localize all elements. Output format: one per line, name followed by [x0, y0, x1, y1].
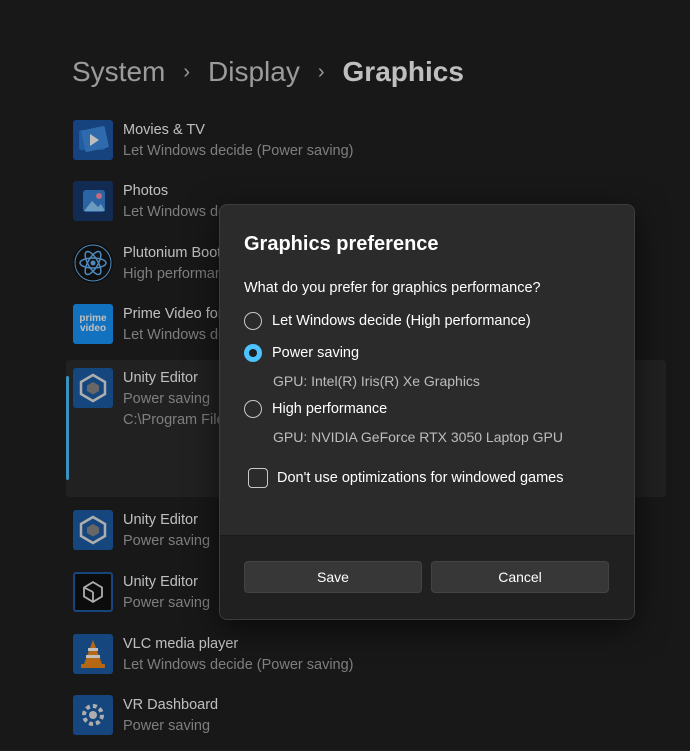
- radio-label: Power saving: [272, 345, 360, 361]
- radio-power-saving[interactable]: Power saving: [244, 344, 359, 362]
- radio-button[interactable]: [244, 400, 262, 418]
- graphics-preference-dialog: Graphics preference What do you prefer f…: [219, 204, 635, 620]
- radio-label: High performance: [272, 401, 388, 417]
- radio-high-performance[interactable]: High performance: [244, 400, 387, 418]
- radio-button[interactable]: [244, 312, 262, 330]
- save-button[interactable]: Save: [244, 561, 422, 593]
- dialog-footer: Save Cancel: [220, 535, 634, 619]
- checkbox-label: Don't use optimizations for windowed gam…: [277, 470, 564, 486]
- gpu-info-high-performance: GPU: NVIDIA GeForce RTX 3050 Laptop GPU: [273, 429, 563, 445]
- cancel-button[interactable]: Cancel: [431, 561, 609, 593]
- checkbox[interactable]: [248, 468, 268, 488]
- dialog-title: Graphics preference: [244, 233, 439, 255]
- radio-let-windows-decide[interactable]: Let Windows decide (High performance): [244, 312, 531, 330]
- radio-label: Let Windows decide (High performance): [272, 313, 531, 329]
- windowed-games-checkbox-row[interactable]: Don't use optimizations for windowed gam…: [248, 468, 563, 488]
- gpu-info-power-saving: GPU: Intel(R) Iris(R) Xe Graphics: [273, 373, 480, 389]
- radio-button-selected[interactable]: [244, 344, 262, 362]
- dialog-question: What do you prefer for graphics performa…: [244, 280, 541, 296]
